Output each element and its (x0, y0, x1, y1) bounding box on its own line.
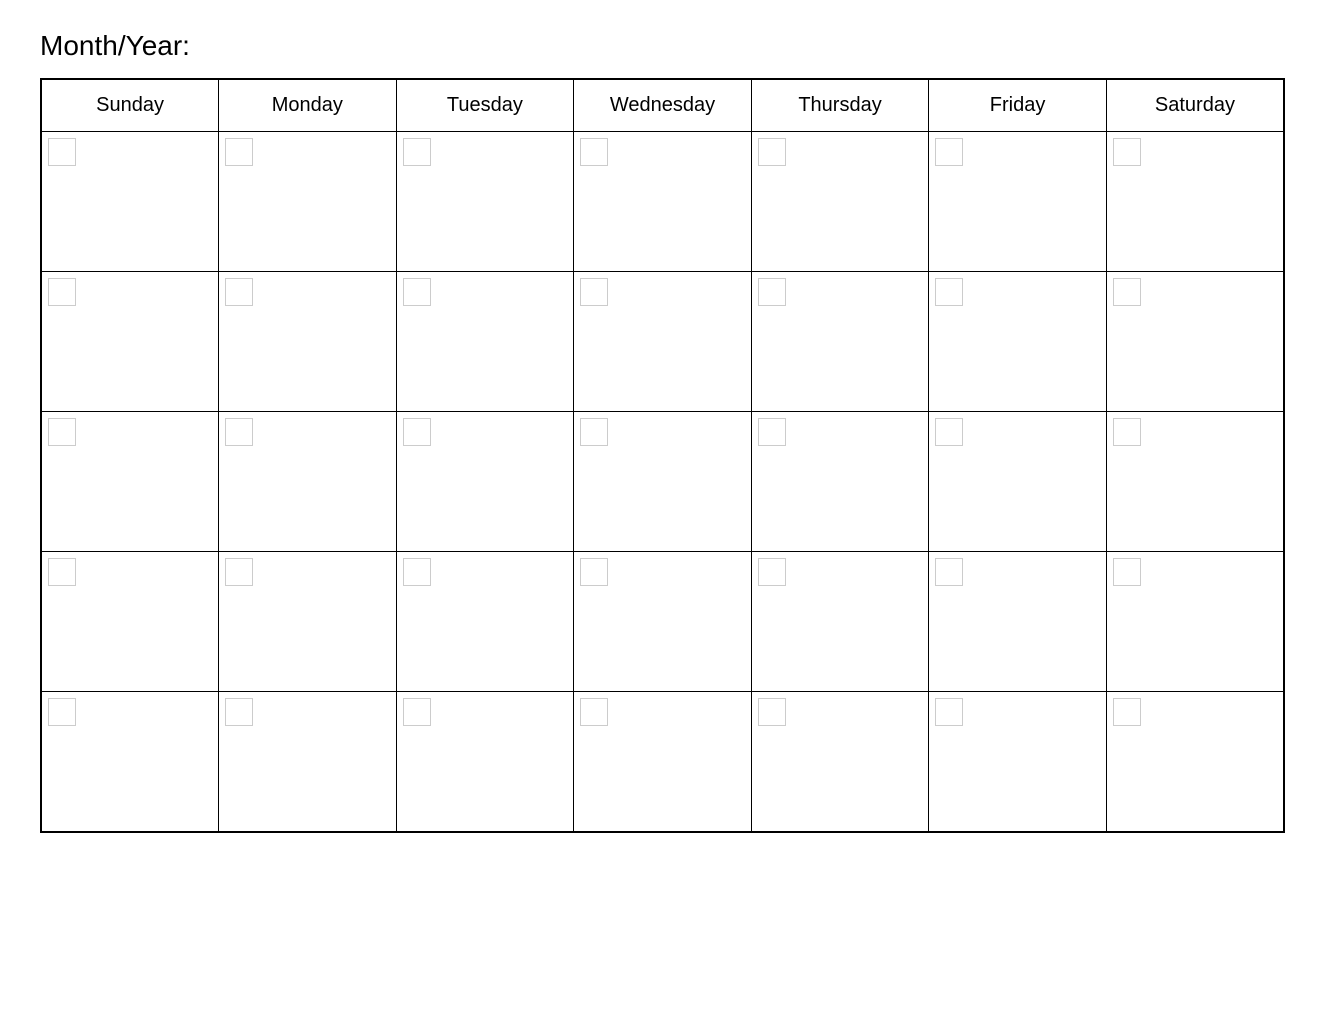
date-box (1113, 278, 1141, 306)
date-box (580, 418, 608, 446)
date-box (48, 278, 76, 306)
calendar-row-2 (41, 272, 1284, 412)
cell-row3-sun (41, 412, 219, 552)
cell-row4-sat (1106, 552, 1284, 692)
date-box (48, 418, 76, 446)
cell-row1-sat (1106, 132, 1284, 272)
date-box (580, 138, 608, 166)
cell-row2-sat (1106, 272, 1284, 412)
header-friday: Friday (929, 79, 1107, 132)
date-box (758, 698, 786, 726)
calendar-row-5 (41, 692, 1284, 832)
date-box (403, 418, 431, 446)
header-tuesday: Tuesday (396, 79, 574, 132)
calendar-header-row: Sunday Monday Tuesday Wednesday Thursday… (41, 79, 1284, 132)
date-box (225, 698, 253, 726)
header-monday: Monday (219, 79, 397, 132)
cell-row4-tue (396, 552, 574, 692)
header-thursday: Thursday (751, 79, 929, 132)
date-box (1113, 698, 1141, 726)
cell-row2-wed (574, 272, 752, 412)
cell-row3-wed (574, 412, 752, 552)
cell-row4-wed (574, 552, 752, 692)
cell-row1-mon (219, 132, 397, 272)
calendar-row-3 (41, 412, 1284, 552)
cell-row2-mon (219, 272, 397, 412)
date-box (758, 138, 786, 166)
cell-row5-fri (929, 692, 1107, 832)
cell-row5-sat (1106, 692, 1284, 832)
cell-row5-mon (219, 692, 397, 832)
date-box (1113, 138, 1141, 166)
header-saturday: Saturday (1106, 79, 1284, 132)
date-box (1113, 558, 1141, 586)
calendar-row-1 (41, 132, 1284, 272)
cell-row2-tue (396, 272, 574, 412)
date-box (403, 278, 431, 306)
date-box (403, 138, 431, 166)
calendar-row-4 (41, 552, 1284, 692)
date-box (580, 278, 608, 306)
cell-row2-fri (929, 272, 1107, 412)
cell-row3-thu (751, 412, 929, 552)
cell-row4-sun (41, 552, 219, 692)
cell-row5-thu (751, 692, 929, 832)
cell-row3-sat (1106, 412, 1284, 552)
cell-row5-tue (396, 692, 574, 832)
calendar-table: Sunday Monday Tuesday Wednesday Thursday… (40, 78, 1285, 833)
date-box (225, 278, 253, 306)
cell-row5-wed (574, 692, 752, 832)
cell-row4-thu (751, 552, 929, 692)
date-box (935, 138, 963, 166)
date-box (935, 418, 963, 446)
date-box (1113, 418, 1141, 446)
date-box (580, 558, 608, 586)
cell-row4-fri (929, 552, 1107, 692)
cell-row3-mon (219, 412, 397, 552)
date-box (48, 698, 76, 726)
cell-row3-tue (396, 412, 574, 552)
date-box (935, 558, 963, 586)
date-box (225, 418, 253, 446)
date-box (225, 138, 253, 166)
header-sunday: Sunday (41, 79, 219, 132)
month-year-label: Month/Year: (40, 30, 1285, 62)
date-box (48, 558, 76, 586)
date-box (580, 698, 608, 726)
date-box (758, 278, 786, 306)
cell-row2-sun (41, 272, 219, 412)
header-wednesday: Wednesday (574, 79, 752, 132)
cell-row4-mon (219, 552, 397, 692)
date-box (758, 418, 786, 446)
cell-row3-fri (929, 412, 1107, 552)
cell-row1-sun (41, 132, 219, 272)
date-box (403, 558, 431, 586)
cell-row1-tue (396, 132, 574, 272)
cell-row2-thu (751, 272, 929, 412)
cell-row5-sun (41, 692, 219, 832)
date-box (225, 558, 253, 586)
date-box (935, 698, 963, 726)
cell-row1-thu (751, 132, 929, 272)
date-box (935, 278, 963, 306)
date-box (758, 558, 786, 586)
date-box (403, 698, 431, 726)
cell-row1-wed (574, 132, 752, 272)
date-box (48, 138, 76, 166)
cell-row1-fri (929, 132, 1107, 272)
